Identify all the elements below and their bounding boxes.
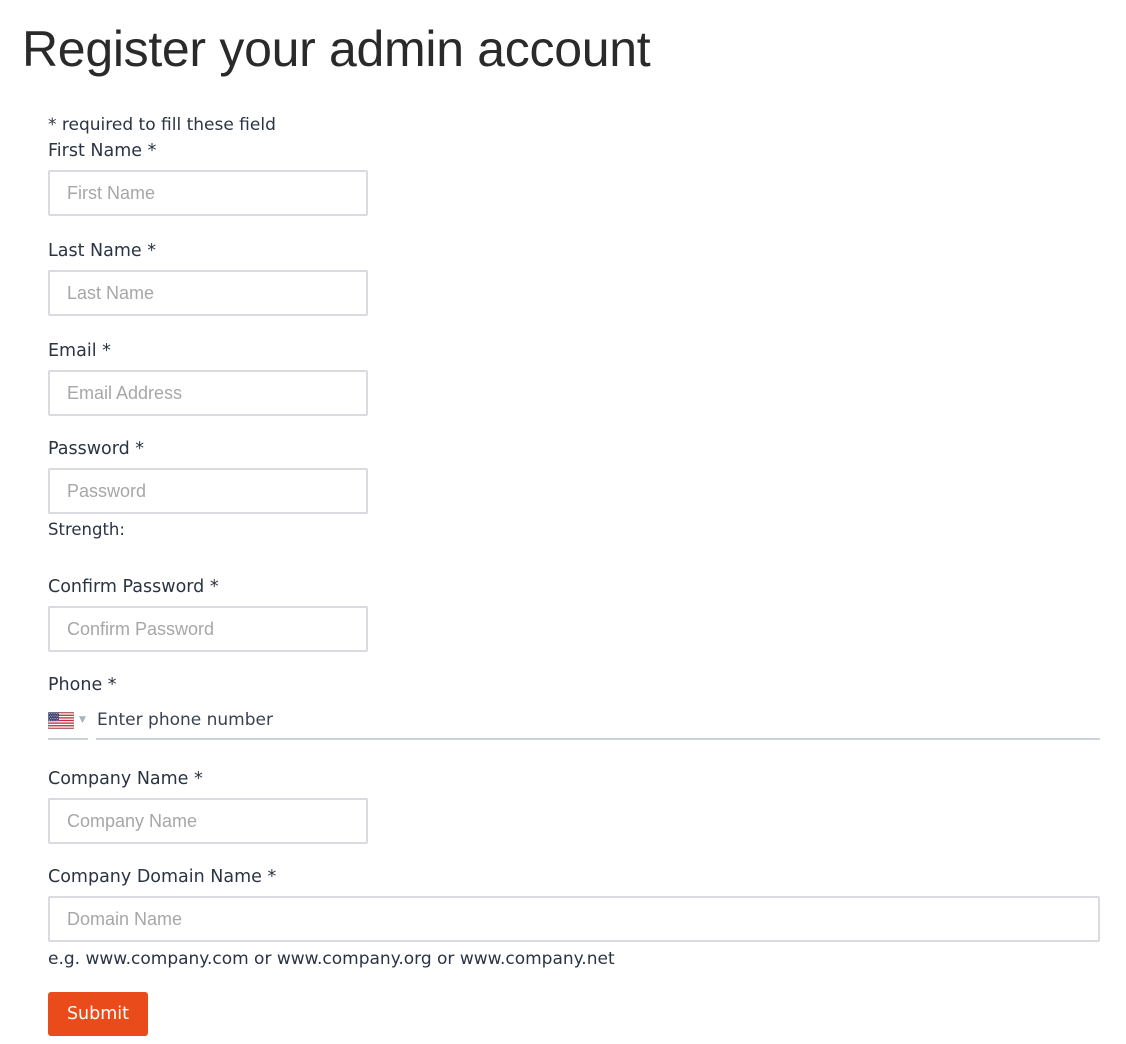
company-domain-label: Company Domain Name * bbox=[48, 867, 277, 887]
last-name-input[interactable] bbox=[48, 270, 368, 316]
company-name-input[interactable] bbox=[48, 798, 368, 844]
last-name-label: Last Name * bbox=[48, 241, 156, 261]
phone-label: Phone * bbox=[48, 675, 117, 695]
company-domain-input[interactable] bbox=[48, 896, 1100, 942]
password-strength-label: Strength: bbox=[48, 520, 125, 539]
confirm-password-label: Confirm Password * bbox=[48, 577, 219, 597]
password-label: Password * bbox=[48, 439, 145, 459]
company-name-label: Company Name * bbox=[48, 769, 203, 789]
us-flag-icon bbox=[48, 711, 74, 729]
password-input[interactable] bbox=[48, 468, 368, 514]
phone-field: ▼ bbox=[48, 702, 1100, 740]
chevron-down-icon: ▼ bbox=[79, 714, 86, 725]
phone-input[interactable] bbox=[96, 702, 1100, 740]
required-note: * required to fill these field bbox=[48, 115, 276, 135]
submit-button[interactable]: Submit bbox=[48, 992, 148, 1036]
country-code-select[interactable]: ▼ bbox=[48, 702, 88, 740]
registration-form: * required to fill these field First Nam… bbox=[48, 112, 1100, 1036]
first-name-input[interactable] bbox=[48, 170, 368, 216]
confirm-password-input[interactable] bbox=[48, 606, 368, 652]
email-input[interactable] bbox=[48, 370, 368, 416]
page-title: Register your admin account bbox=[22, 21, 651, 77]
domain-hint: e.g. www.company.com or www.company.org … bbox=[48, 949, 615, 969]
email-label: Email * bbox=[48, 341, 111, 361]
first-name-label: First Name * bbox=[48, 141, 157, 161]
